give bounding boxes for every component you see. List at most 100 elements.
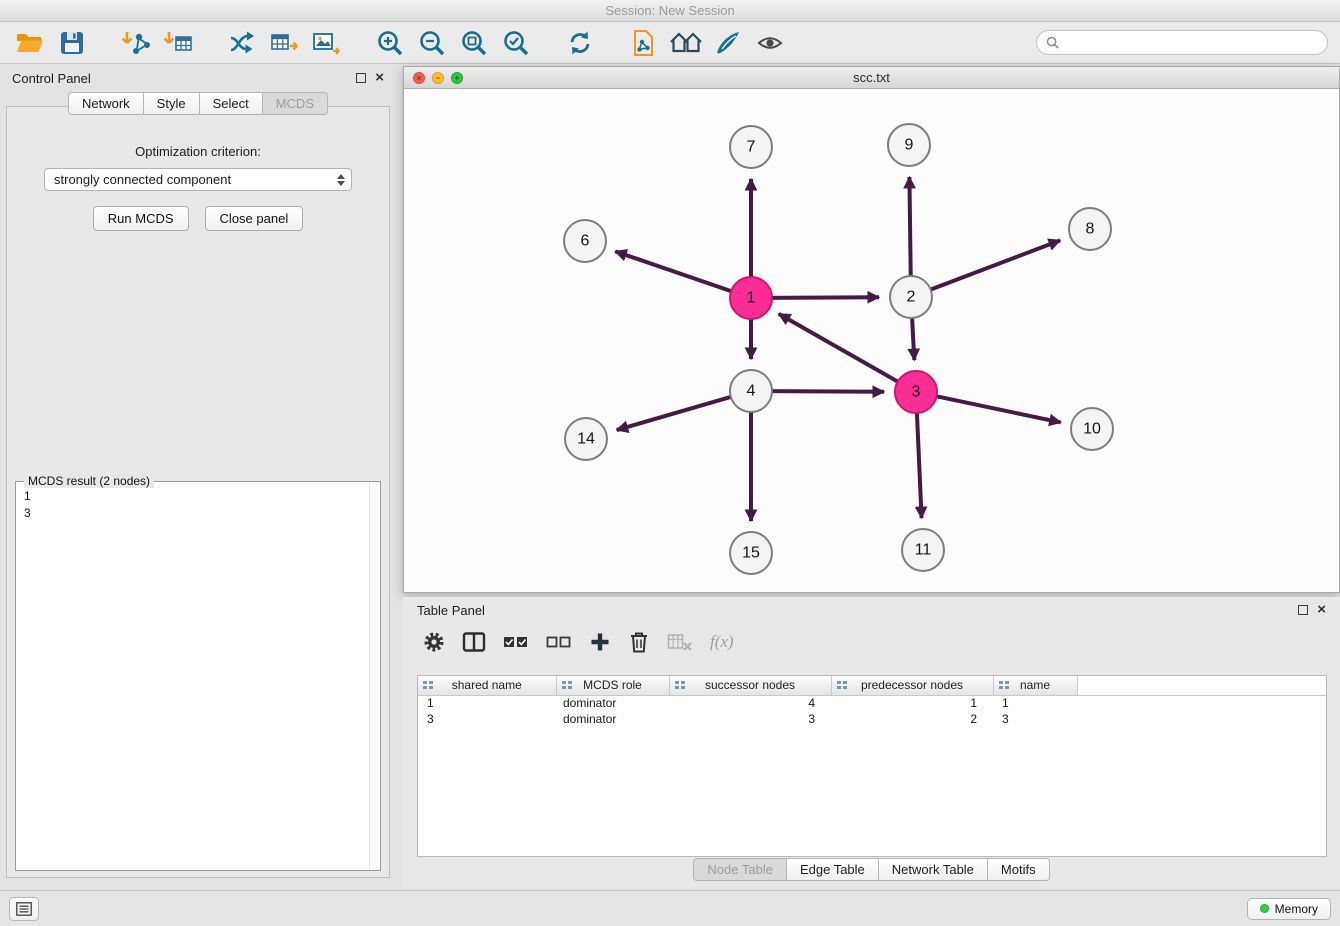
attribute-table: shared name MCDS role successor nodes pr…: [418, 676, 1326, 727]
control-panel-title: Control Panel: [12, 71, 91, 86]
tab-network[interactable]: Network: [68, 92, 143, 115]
zoom-selected-button[interactable]: [498, 25, 534, 61]
tab-style[interactable]: Style: [143, 92, 199, 115]
node-label-7: 7: [747, 139, 756, 156]
add-column-button[interactable]: [589, 631, 611, 653]
node-label-4: 4: [747, 383, 756, 400]
column-header-successor-nodes[interactable]: successor nodes: [669, 676, 831, 695]
apply-layout-button[interactable]: [562, 25, 598, 61]
select-all-button[interactable]: [503, 632, 529, 652]
table-row[interactable]: 3dominator323: [418, 711, 1326, 727]
show-panel-menu-button[interactable]: [9, 897, 39, 921]
function-builder-button[interactable]: f(x): [710, 632, 734, 652]
open-file-button[interactable]: [12, 25, 48, 61]
import-table-icon: [163, 29, 193, 57]
node-label-8: 8: [1086, 221, 1095, 238]
gear-icon: [423, 631, 445, 653]
export-image-button[interactable]: [308, 25, 344, 61]
tab-node-table[interactable]: Node Table: [693, 858, 786, 881]
deselect-all-icon: [546, 632, 572, 652]
delete-button[interactable]: [628, 630, 650, 654]
column-type-icon: [422, 680, 434, 692]
table-row[interactable]: 1dominator411: [418, 695, 1326, 711]
main-toolbar: [0, 22, 1340, 64]
minimize-window-button[interactable]: [432, 72, 444, 84]
zoom-fit-button[interactable]: [456, 25, 492, 61]
edge-3-10[interactable]: [934, 396, 1061, 423]
mcds-result-box: MCDS result (2 nodes) 13: [15, 481, 381, 871]
edge-1-6[interactable]: [615, 251, 734, 292]
close-window-button[interactable]: [413, 72, 425, 84]
float-panel-icon[interactable]: [356, 73, 366, 83]
edge-4-3[interactable]: [769, 391, 884, 392]
tab-mcds[interactable]: MCDS: [262, 92, 328, 115]
optimization-criterion-select[interactable]: strongly connected component: [44, 168, 352, 191]
edge-3-11[interactable]: [917, 410, 922, 518]
run-mcds-button[interactable]: Run MCDS: [93, 206, 189, 231]
zoom-in-icon: [376, 29, 404, 57]
edge-2-9[interactable]: [909, 177, 910, 279]
export-table-button[interactable]: [266, 25, 302, 61]
column-header-predecessor-nodes[interactable]: predecessor nodes: [831, 676, 993, 695]
column-header-shared-name[interactable]: shared name: [418, 676, 556, 695]
column-header-mcds-role[interactable]: MCDS role: [556, 676, 669, 695]
node-table: shared name MCDS role successor nodes pr…: [417, 675, 1327, 857]
table-panel-header: Table Panel: [403, 597, 1340, 623]
zoom-fit-icon: [460, 29, 488, 57]
tab-motifs[interactable]: Motifs: [987, 858, 1050, 881]
zoom-in-button[interactable]: [372, 25, 408, 61]
optimization-criterion-label: Optimization criterion:: [7, 144, 389, 159]
memory-button[interactable]: Memory: [1247, 898, 1331, 920]
network-view-window: scc.txt 7968124314101511: [403, 66, 1340, 593]
node-label-10: 10: [1083, 421, 1101, 438]
close-panel-button[interactable]: Close panel: [205, 206, 304, 231]
plus-icon: [589, 631, 611, 653]
edge-2-3[interactable]: [912, 315, 914, 360]
table-cell: 3: [993, 711, 1077, 727]
eye-icon: [756, 29, 784, 57]
select-arrows-icon: [337, 174, 345, 186]
table-tabs: Node Table Edge Table Network Table Moti…: [403, 858, 1340, 881]
floppy-save-icon: [59, 30, 85, 56]
table-settings-button[interactable]: [423, 631, 445, 653]
toggle-columns-button[interactable]: [462, 631, 486, 653]
import-network-button[interactable]: [118, 25, 154, 61]
control-panel-header: Control Panel: [0, 64, 396, 92]
network-window-titlebar[interactable]: scc.txt: [404, 67, 1339, 89]
control-panel-tabs: Network Style Select MCDS: [0, 92, 396, 115]
home-button[interactable]: [668, 25, 704, 61]
edge-2-8[interactable]: [928, 240, 1060, 290]
show-hide-button[interactable]: [752, 25, 788, 61]
delete-table-button[interactable]: [667, 632, 693, 652]
network-view-button[interactable]: [626, 25, 662, 61]
tab-select[interactable]: Select: [199, 92, 262, 115]
new-network-from-selection-button[interactable]: [224, 25, 260, 61]
import-table-button[interactable]: [160, 25, 196, 61]
mcds-result-list[interactable]: 13: [16, 482, 380, 528]
maximize-window-button[interactable]: [451, 72, 463, 84]
deselect-all-button[interactable]: [546, 632, 572, 652]
mcds-result-line: 1: [24, 488, 372, 505]
table-toolbar: f(x): [403, 623, 1340, 661]
save-session-button[interactable]: [54, 25, 90, 61]
zoom-selected-icon: [502, 29, 530, 57]
zoom-out-button[interactable]: [414, 25, 450, 61]
close-panel-icon[interactable]: [375, 73, 384, 83]
search-input[interactable]: [1064, 35, 1318, 50]
edge-3-1[interactable]: [779, 314, 901, 383]
table-cell: 1: [993, 695, 1077, 711]
tab-network-table[interactable]: Network Table: [878, 858, 987, 881]
node-label-3: 3: [912, 384, 921, 401]
network-canvas[interactable]: 7968124314101511: [404, 89, 1339, 592]
node-label-2: 2: [907, 289, 916, 306]
tab-edge-table[interactable]: Edge Table: [786, 858, 878, 881]
result-scrollbar[interactable]: [369, 482, 380, 870]
node-label-11: 11: [915, 542, 932, 559]
edge-1-2[interactable]: [769, 297, 879, 298]
style-brush-button[interactable]: [710, 25, 746, 61]
float-table-panel-icon[interactable]: [1298, 605, 1308, 615]
edge-4-14[interactable]: [617, 396, 734, 430]
close-table-panel-icon[interactable]: [1317, 605, 1326, 615]
column-header-name[interactable]: name: [993, 676, 1077, 695]
table-cell-filler: [1077, 711, 1326, 727]
